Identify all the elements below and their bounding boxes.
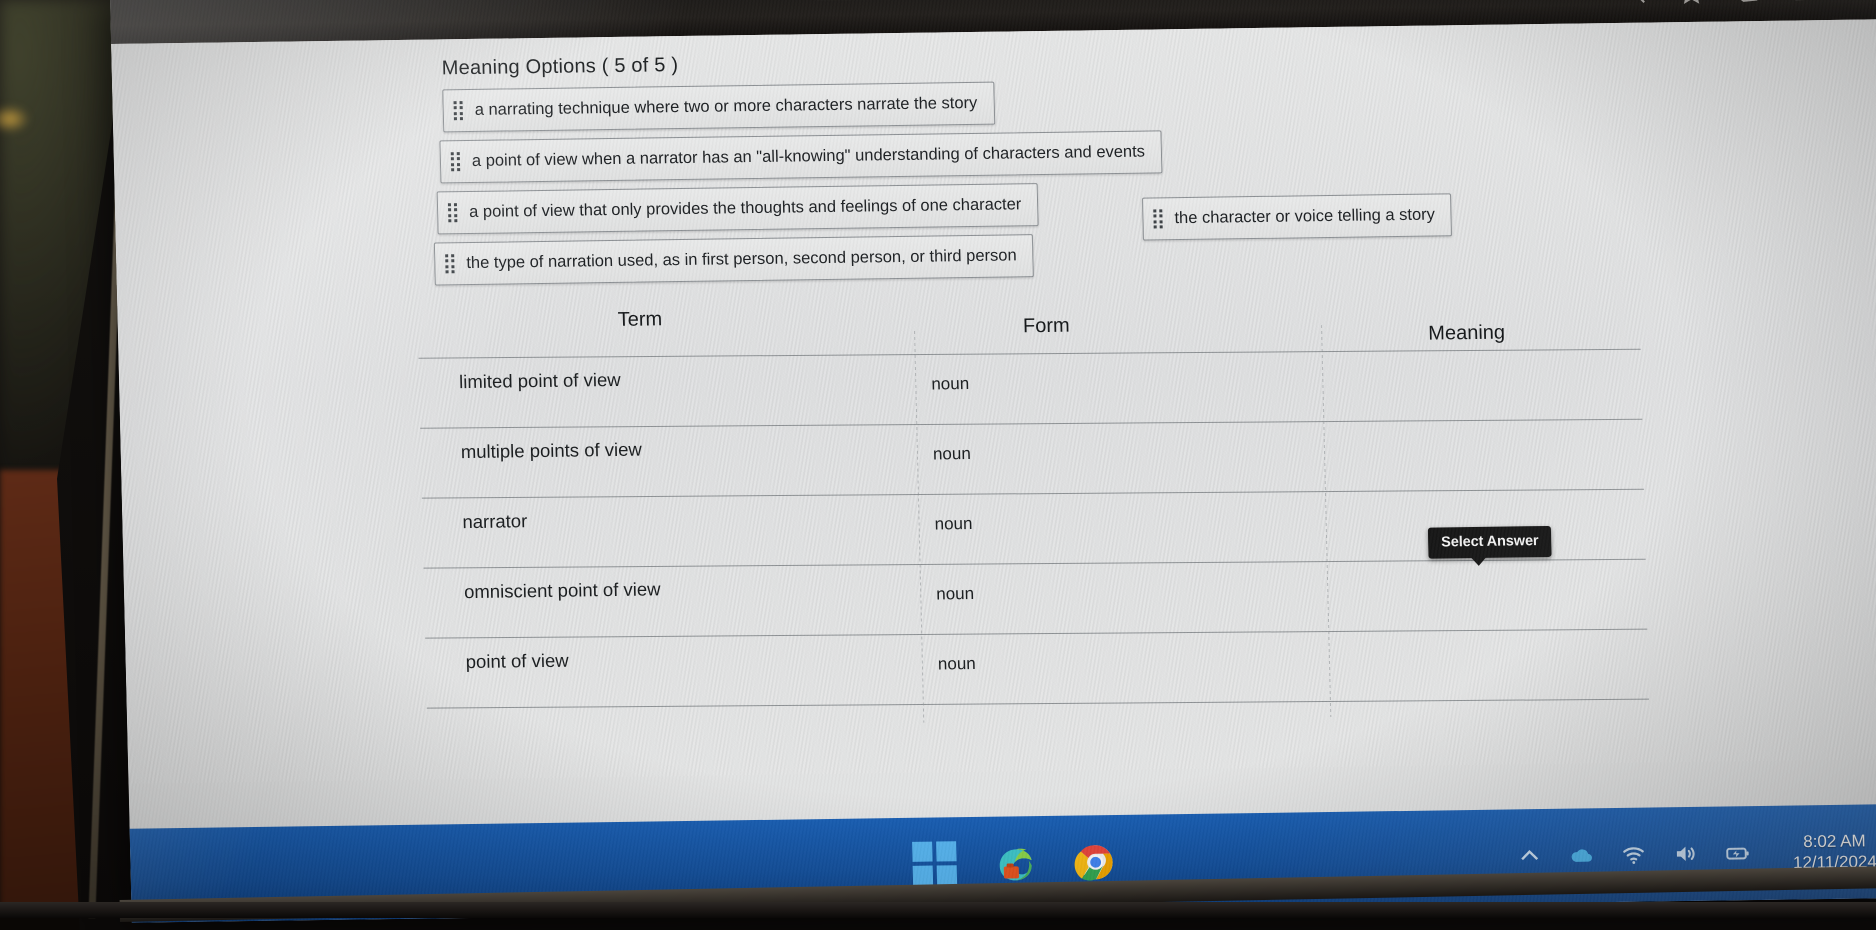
table-header-term: Term	[617, 308, 662, 332]
glossary-table: Term Form Meaning limited point of view …	[417, 292, 1727, 730]
photo-bottom-edge	[0, 902, 1876, 918]
meaning-option-label: the type of narration used, as in first …	[466, 246, 1017, 273]
screen-content: Meaning Options ( 5 of 5 ) a narrating t…	[110, 0, 1876, 923]
table-row-divider	[419, 349, 1641, 359]
table-cell-term: point of view	[465, 650, 568, 673]
meaning-options-heading: Meaning Options ( 5 of 5 )	[441, 54, 678, 80]
taskbar-app-chrome[interactable]	[1072, 839, 1119, 886]
meaning-option-chip[interactable]: a narrating technique where two or more …	[442, 82, 995, 133]
background-light-highlight	[0, 105, 30, 133]
table-row-divider	[422, 489, 1644, 499]
table-column-divider	[1321, 325, 1331, 717]
table-cell-form: noun	[933, 444, 971, 465]
meaning-option-label: a narrating technique where two or more …	[475, 94, 978, 120]
table-cell-form: noun	[934, 514, 972, 535]
table-header-meaning: Meaning	[1428, 322, 1505, 346]
drag-handle-icon[interactable]	[451, 152, 460, 172]
table-cell-term: multiple points of view	[461, 439, 642, 464]
select-answer-tooltip[interactable]: Select Answer	[1428, 526, 1552, 559]
drag-handle-icon[interactable]	[445, 254, 454, 274]
drag-handle-icon[interactable]	[1153, 209, 1162, 229]
table-cell-form: noun	[938, 654, 976, 675]
show-hidden-icons-chevron-icon[interactable]	[1516, 843, 1543, 869]
chrome-icon	[1072, 839, 1119, 886]
table-cell-term: narrator	[462, 510, 527, 533]
search-zoom-icon[interactable]	[1622, 0, 1649, 7]
table-column-divider	[914, 331, 924, 723]
drag-handle-icon[interactable]	[454, 101, 463, 121]
table-cell-form: noun	[931, 374, 969, 395]
table-cell-term: omniscient point of view	[464, 578, 661, 603]
meaning-option-label: the character or voice telling a story	[1174, 206, 1435, 229]
table-cell-form: noun	[936, 584, 974, 605]
browser-menu-icon[interactable]	[1846, 0, 1863, 2]
volume-icon[interactable]	[1672, 841, 1699, 867]
meaning-option-chip[interactable]: the character or voice telling a story	[1142, 193, 1452, 240]
laptop-screen: Meaning Options ( 5 of 5 ) a narrating t…	[110, 0, 1876, 923]
onedrive-cloud-icon[interactable]	[1568, 842, 1595, 868]
browser-toolbar-actions	[1622, 0, 1863, 7]
lesson-page: Meaning Options ( 5 of 5 ) a narrating t…	[111, 19, 1876, 784]
table-header-form: Form	[1023, 315, 1070, 339]
table-row-divider	[427, 699, 1649, 709]
table-cell-term: limited point of view	[459, 369, 621, 393]
meaning-option-label: a point of view that only provides the t…	[469, 195, 1022, 222]
battery-charging-icon[interactable]	[1724, 840, 1751, 866]
clock-time: 8:02 AM	[1792, 830, 1876, 852]
table-row-divider	[425, 629, 1647, 639]
meaning-option-chip[interactable]: the type of narration used, as in first …	[434, 234, 1034, 285]
meaning-option-chip[interactable]: a point of view when a narrator has an "…	[439, 130, 1162, 183]
extensions-icon[interactable]	[1734, 0, 1761, 5]
start-button[interactable]	[912, 841, 959, 888]
meaning-option-label: a point of view when a narrator has an "…	[472, 143, 1145, 171]
wifi-icon[interactable]	[1620, 842, 1647, 868]
bookmark-star-icon[interactable]	[1678, 0, 1705, 6]
profile-avatar-icon[interactable]	[1790, 0, 1817, 5]
table-row-divider	[424, 559, 1646, 569]
table-row-divider	[420, 419, 1642, 429]
meaning-option-chip[interactable]: a point of view that only provides the t…	[437, 183, 1039, 234]
windows-logo-icon	[912, 841, 959, 886]
drag-handle-icon[interactable]	[448, 203, 457, 223]
edge-icon	[992, 840, 1039, 887]
taskbar-app-edge[interactable]	[992, 840, 1039, 887]
